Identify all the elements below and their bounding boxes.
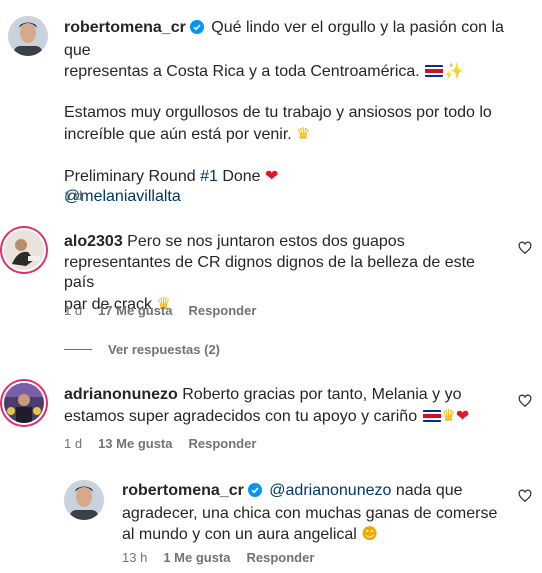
mention-link[interactable]: @adrianonunezo — [269, 482, 391, 499]
verified-badge-icon — [247, 483, 262, 504]
username[interactable]: adrianonunezo — [64, 386, 178, 403]
comment-text: Done — [222, 167, 261, 185]
comment-meta: 1 d — [64, 188, 82, 203]
likes-count[interactable]: 1 Me gusta — [163, 550, 230, 565]
heart-eyes-emoji: ☻ — [361, 524, 378, 543]
comment-text: increíble que aún está por venir. — [64, 125, 292, 143]
comment-meta: 13 h 1 Me gusta Responder — [122, 550, 314, 565]
verified-badge-icon — [189, 20, 204, 41]
username[interactable]: robertomena_cr — [122, 482, 244, 499]
avatar[interactable] — [64, 480, 104, 520]
view-replies-label: Ver respuestas (2) — [108, 342, 221, 357]
comment-body: robertomena_cr @adrianonunezo nada que a… — [122, 481, 512, 546]
crown-emoji: ♛ — [296, 123, 311, 143]
timestamp[interactable]: 1 d — [64, 188, 82, 203]
comment-text: agradecer, una chica con muchas ganas de… — [122, 504, 498, 522]
reply-button[interactable]: Responder — [189, 436, 257, 451]
comment-body: adrianonunezo Roberto gracias por tanto,… — [64, 385, 504, 427]
comment-text: Preliminary Round — [64, 167, 196, 185]
timestamp[interactable]: 1 d — [64, 436, 82, 451]
like-heart-icon[interactable] — [518, 489, 532, 503]
red-heart-emoji: ❤ — [265, 165, 279, 185]
comment-text: Pero se nos juntaron estos dos guapos — [127, 233, 405, 250]
username[interactable]: robertomena_cr — [64, 19, 186, 36]
avatar[interactable] — [4, 230, 44, 270]
avatar[interactable] — [8, 16, 48, 56]
like-heart-icon[interactable] — [518, 241, 532, 255]
divider-line — [64, 349, 92, 350]
comment-text: Estamos muy orgullosos de tu trabajo y a… — [64, 104, 492, 121]
username[interactable]: alo2303 — [64, 233, 123, 250]
likes-count[interactable]: 13 Me gusta — [98, 436, 172, 451]
avatar[interactable] — [4, 383, 44, 423]
comment-text: Roberto gracias por tanto, Melania y yo — [182, 386, 462, 403]
costa-rica-flag-emoji — [425, 65, 444, 77]
reply-button[interactable]: Responder — [247, 550, 315, 565]
comment-text: al mundo y con un aura angelical — [122, 526, 357, 543]
comment-text: representas a Costa Rica y a toda Centro… — [64, 63, 420, 80]
red-heart-emoji: ❤ — [455, 405, 470, 425]
comment-meta: 1 d 17 Me gusta Responder — [64, 303, 256, 318]
comment-text: estamos super agradecidos con tu apoyo y… — [64, 407, 418, 425]
likes-count[interactable]: 17 Me gusta — [98, 303, 172, 318]
view-replies-button[interactable]: Ver respuestas (2) — [64, 342, 220, 357]
sparkles-emoji: ✨ — [444, 61, 465, 80]
comment-meta: 1 d 13 Me gusta Responder — [64, 436, 256, 451]
hashtag-link[interactable]: #1 — [200, 168, 218, 185]
costa-rica-flag-emoji — [422, 409, 441, 422]
reply-button[interactable]: Responder — [189, 303, 257, 318]
comment-text: representantes de CR dignos dignos de la… — [64, 253, 475, 292]
comment-body: robertomena_cr Qué lindo ver el orgullo … — [64, 18, 534, 208]
crown-emoji: ♛ — [441, 405, 456, 425]
timestamp[interactable]: 13 h — [122, 550, 147, 565]
like-heart-icon[interactable] — [518, 394, 532, 408]
comment-text: nada que — [395, 482, 463, 499]
timestamp[interactable]: 1 d — [64, 303, 82, 318]
